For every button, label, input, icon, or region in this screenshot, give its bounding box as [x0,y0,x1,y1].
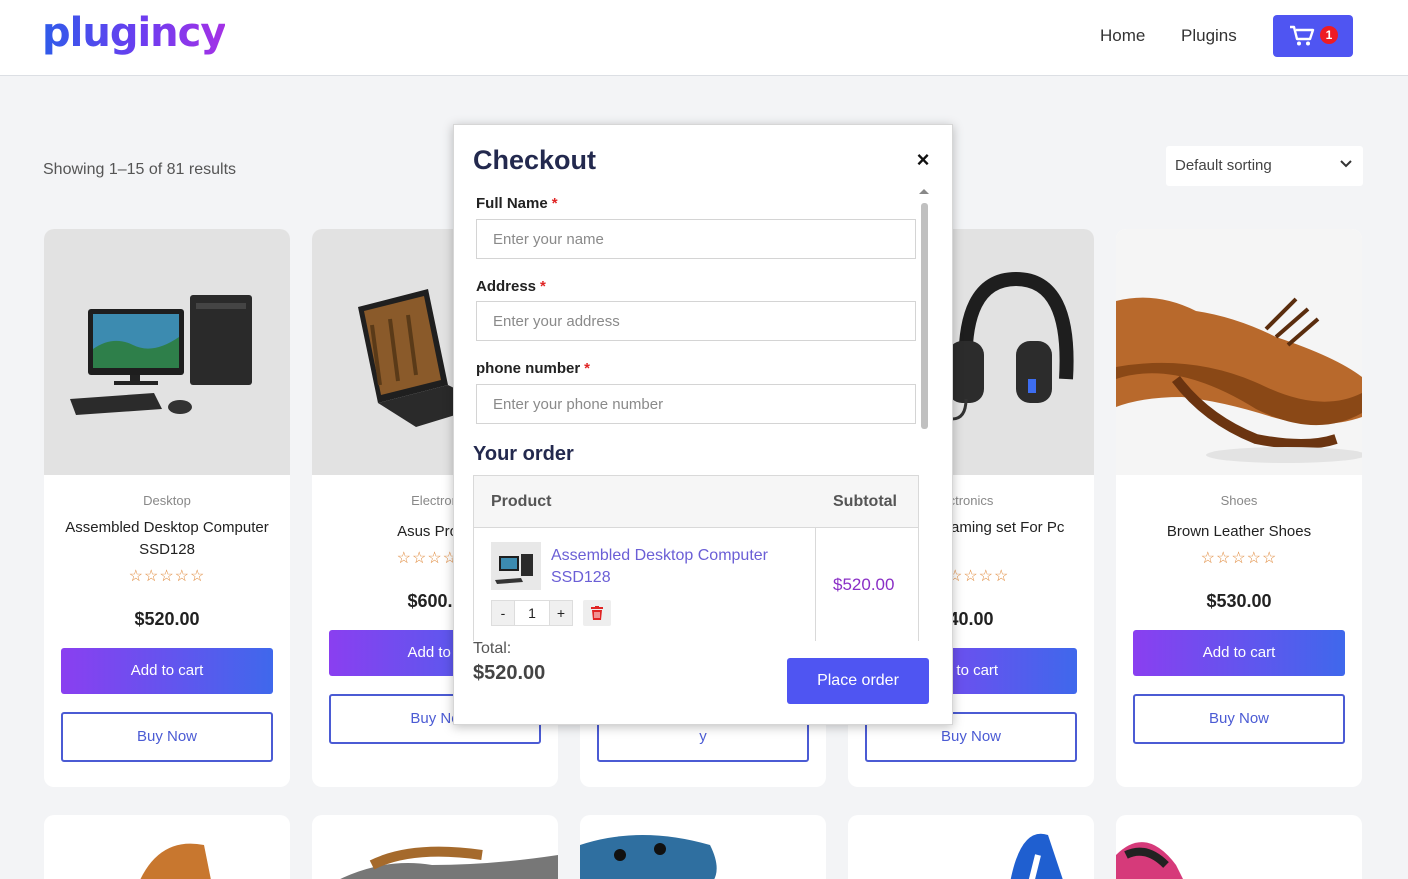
place-order-button[interactable]: Place order [787,658,929,704]
checkout-scroll-area[interactable]: Full Name* Address* phone number* Your o… [454,185,954,641]
modal-scrollbar[interactable] [919,187,929,641]
quantity-stepper: - 1 + [491,600,573,626]
field-label-text: phone number [476,360,581,377]
quantity-increase-button[interactable]: + [549,600,573,626]
remove-item-button[interactable] [583,600,611,626]
order-item-thumbnail [491,542,541,590]
cart-icon [1290,25,1315,46]
product-category: Desktop [143,493,191,508]
product-card [848,815,1094,879]
product-price: $520.00 [134,609,200,629]
product-card [1116,815,1362,879]
order-item-subtotal: $520.00 [833,575,895,594]
add-to-cart-button[interactable]: Add to cart [61,648,273,694]
product-name[interactable]: Assembled Desktop Computer SSD128 [64,517,270,561]
full-name-label: Full Name * [476,195,558,212]
field-label-text: Full Name [476,195,548,212]
product-image[interactable] [848,815,1094,879]
product-card [312,815,558,879]
product-image[interactable] [312,815,558,879]
product-price: $530.00 [1206,591,1272,611]
cart-button[interactable]: 1 [1273,15,1353,57]
site-logo[interactable]: plugincy [42,10,226,56]
required-mark: * [540,278,546,295]
product-image[interactable] [44,229,290,475]
address-label: Address * [476,278,546,295]
product-category: Shoes [1220,493,1258,508]
sorting-select[interactable]: Default sorting [1166,146,1363,186]
product-card [580,815,826,879]
buy-now-button[interactable]: Buy Now [61,712,273,762]
product-card: Desktop Assembled Desktop Computer SSD12… [44,229,290,787]
add-to-cart-button[interactable]: Add to cart [1133,630,1345,676]
nav-home[interactable]: Home [1100,26,1145,46]
total-label: Total: [473,640,512,657]
buy-now-button[interactable]: Buy Now [1133,694,1345,744]
product-card: Shoes Brown Leather Shoes ☆☆☆☆☆ $530.00 … [1116,229,1362,787]
site-header: plugincy Home Plugins 1 [0,0,1408,76]
cart-count-badge: 1 [1320,26,1338,44]
full-name-input[interactable] [476,219,916,259]
checkout-modal: Checkout × Full Name* Address* phone num… [453,124,953,725]
order-table-header: Product Subtotal [474,476,918,528]
trash-icon [591,606,603,620]
subtotal-column-header: Subtotal [833,493,897,510]
product-image[interactable] [44,815,290,879]
product-card [44,815,290,879]
total-value: $520.00 [473,662,546,684]
scrollbar-thumb[interactable] [921,203,928,429]
your-order-title: Your order [473,443,574,465]
checkout-title: Checkout [473,145,597,175]
product-column-header: Product [491,493,552,510]
required-mark: * [584,360,591,377]
order-item-name[interactable]: Assembled Desktop Computer SSD128 [551,545,806,589]
product-name[interactable]: Brown Leather Shoes [1136,521,1342,543]
quantity-decrease-button[interactable]: - [491,600,515,626]
phone-input[interactable] [476,384,916,424]
phone-label: phone number * [476,360,590,377]
results-count: Showing 1–15 of 81 results [43,161,237,178]
required-mark: * [551,195,558,212]
order-table: Product Subtotal Assembled Desktop Compu… [473,475,919,641]
scroll-up-arrow-icon[interactable] [919,189,929,194]
nav-plugins[interactable]: Plugins [1181,26,1237,46]
field-label-text: Address [476,278,537,295]
quantity-value[interactable]: 1 [515,600,549,626]
product-image[interactable] [1116,815,1362,879]
sorting-value: Default sorting [1175,157,1272,174]
address-input[interactable] [476,301,916,341]
column-divider [815,528,816,641]
rating-stars: ☆☆☆☆☆ [1200,550,1278,567]
rating-stars: ☆☆☆☆☆ [128,568,206,585]
product-image[interactable] [580,815,826,879]
chevron-down-icon [1340,160,1352,168]
close-icon[interactable]: × [912,149,934,171]
product-image[interactable] [1116,229,1362,475]
